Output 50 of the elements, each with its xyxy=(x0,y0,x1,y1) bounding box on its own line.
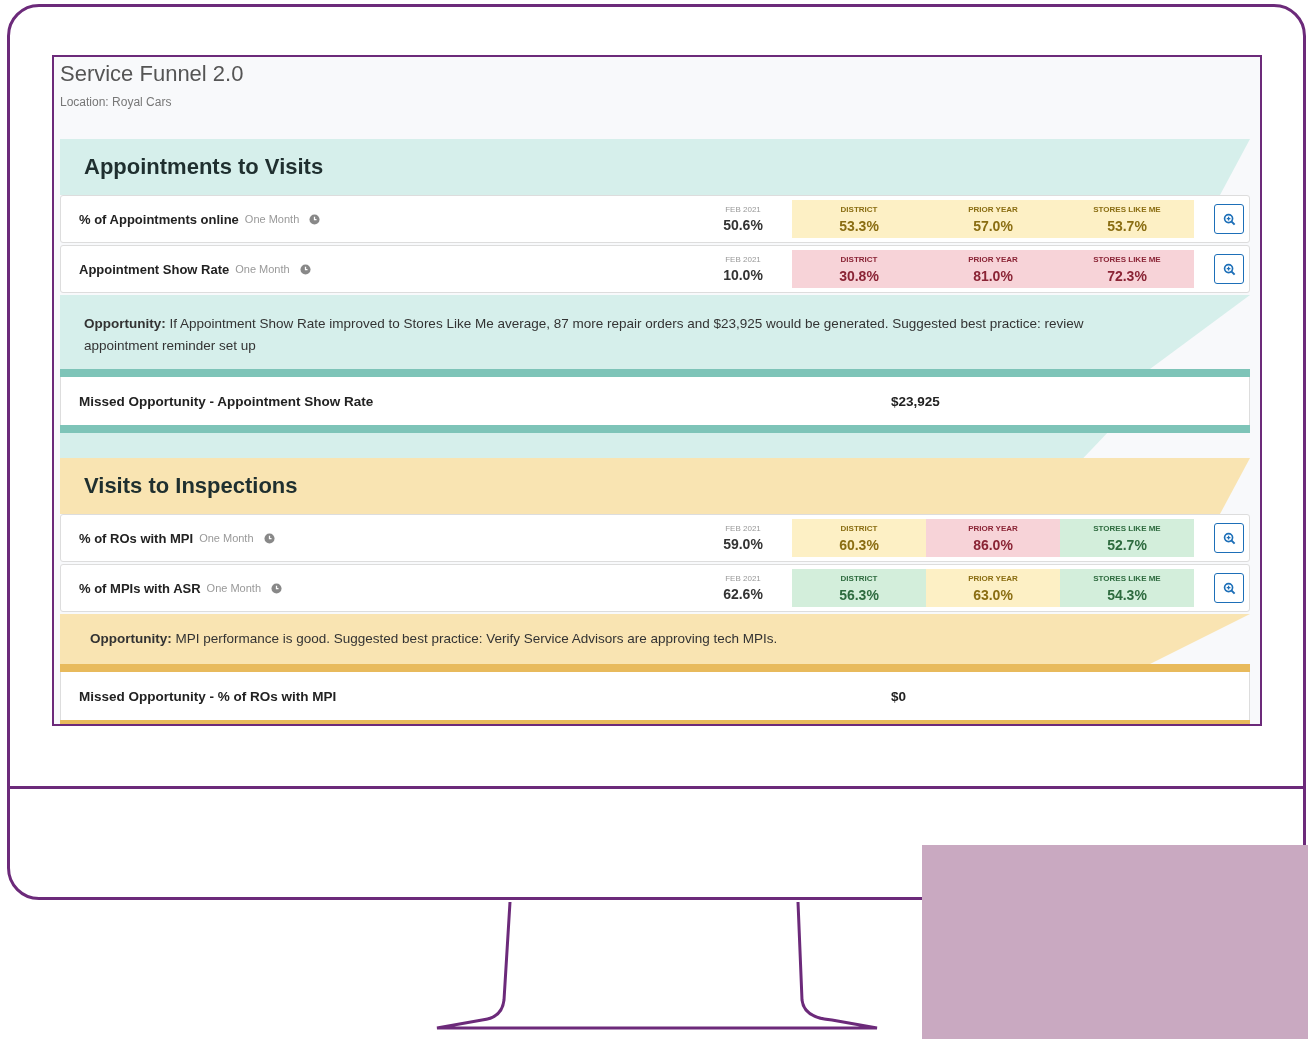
comparison-cell: DISTRICT 53.3% xyxy=(792,200,926,238)
metric-value: 10.0% xyxy=(723,267,763,283)
clock-icon xyxy=(299,263,311,275)
date-label: FEB 2021 xyxy=(725,205,761,214)
metric-label: Appointment Show Rate xyxy=(79,261,230,277)
comparison-cell: PRIOR YEAR 63.0% xyxy=(926,569,1060,607)
comparison-cell: DISTRICT 30.8% xyxy=(792,250,926,288)
zoom-in-icon xyxy=(1222,262,1236,276)
metric-label: % of MPIs with ASR xyxy=(79,580,201,596)
comparison-cell: DISTRICT 60.3% xyxy=(792,519,926,557)
location-label: Location: Royal Cars xyxy=(60,95,173,109)
metric-value: 59.0% xyxy=(723,536,763,552)
comparison-cell: PRIOR YEAR 57.0% xyxy=(926,200,1060,238)
period-label: One Month xyxy=(235,263,290,275)
comparison-cell: STORES LIKE ME 72.3% xyxy=(1060,250,1194,288)
clock-icon xyxy=(309,213,321,225)
date-label: FEB 2021 xyxy=(725,574,761,583)
metric-label: % of ROs with MPI xyxy=(79,530,194,546)
zoom-button[interactable] xyxy=(1214,523,1244,553)
period-label: One Month xyxy=(206,582,261,594)
date-label: FEB 2021 xyxy=(725,255,761,264)
metric-value: 50.6% xyxy=(723,217,763,233)
metric-value: 62.6% xyxy=(723,586,763,602)
zoom-button[interactable] xyxy=(1214,254,1244,284)
comparison-cell: PRIOR YEAR 86.0% xyxy=(926,519,1060,557)
metric-label: % of Appointments online xyxy=(79,211,239,227)
period-label: One Month xyxy=(244,213,300,225)
comparison-cell: STORES LIKE ME 53.7% xyxy=(1060,200,1194,238)
comparison-cell: DISTRICT 56.3% xyxy=(792,569,926,607)
section-title: Appointments to Visits xyxy=(84,154,324,180)
zoom-in-icon xyxy=(1222,531,1236,545)
section-title: Visits to Inspections xyxy=(84,473,298,499)
clock-icon xyxy=(263,532,275,544)
comparison-cell: STORES LIKE ME 52.7% xyxy=(1060,519,1194,557)
zoom-in-icon xyxy=(1222,581,1236,595)
date-label: FEB 2021 xyxy=(725,524,761,533)
period-label: One Month xyxy=(199,532,254,544)
missed-opportunity-label: Missed Opportunity - % of ROs with MPI xyxy=(78,688,338,704)
zoom-in-icon xyxy=(1222,212,1236,226)
page-title: Service Funnel 2.0 xyxy=(60,61,245,87)
missed-opportunity-value: $0 xyxy=(891,688,907,704)
zoom-button[interactable] xyxy=(1214,204,1244,234)
opportunity-text: Opportunity: If Appointment Show Rate improved to Stores Like Me average, 87 more repair orders and $23,925 would be generated. Suggested best practice: review appointment reminder set up xyxy=(84,315,1084,355)
comparison-cell: STORES LIKE ME 54.3% xyxy=(1060,569,1194,607)
clock-icon xyxy=(271,582,282,594)
missed-opportunity-value: $23,925 xyxy=(891,393,940,409)
zoom-button[interactable] xyxy=(1214,573,1244,603)
opportunity-text: Opportunity: MPI performance is good. Suggested best practice: Verify Service Advisors are approving tech MPIs. xyxy=(90,630,779,648)
missed-opportunity-label: Missed Opportunity - Appointment Show Rate xyxy=(78,393,375,409)
comparison-cell: PRIOR YEAR 81.0% xyxy=(926,250,1060,288)
